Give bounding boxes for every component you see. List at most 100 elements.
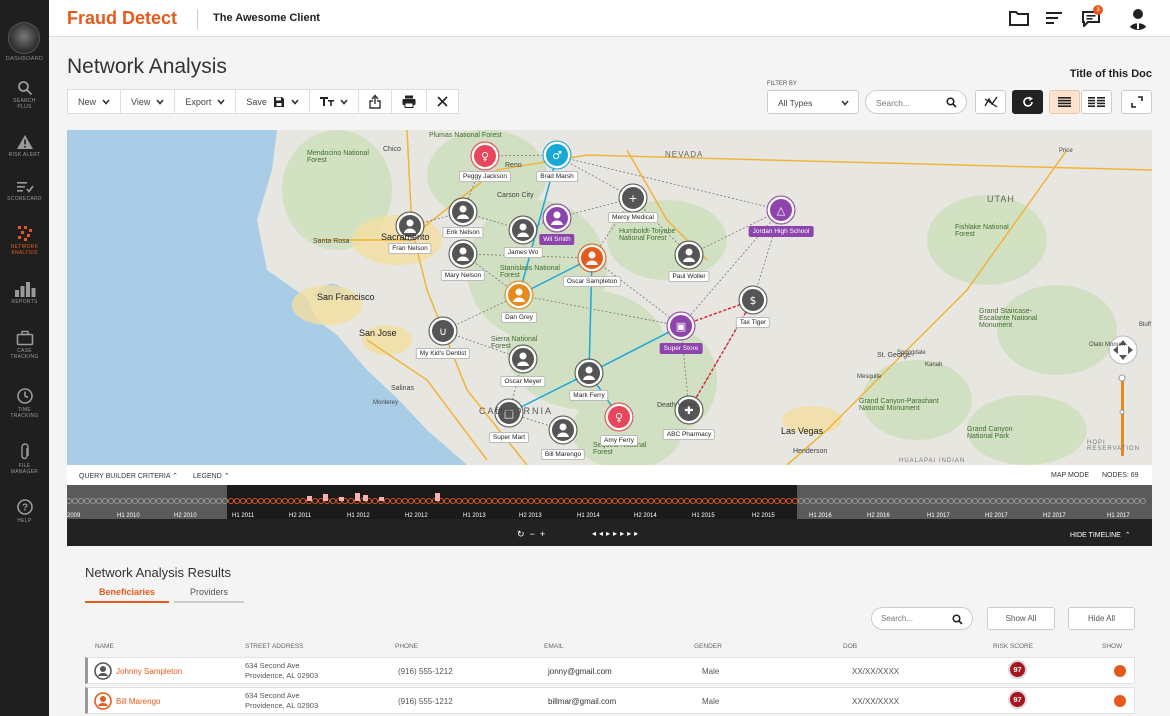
network-node[interactable]: ✚ bbox=[674, 395, 704, 425]
save-dropdown[interactable]: Save bbox=[236, 90, 310, 113]
network-node[interactable] bbox=[548, 415, 578, 445]
network-map[interactable]: ♀ ♂ + △ $ ∪ ▣ □ ♀ ✚ Plumas National Forest Mendoc… bbox=[67, 130, 1152, 465]
column-header[interactable]: RISK SCORE bbox=[993, 643, 1033, 650]
rewind-icon[interactable]: ◂◂ bbox=[592, 529, 606, 538]
fullscreen-button[interactable] bbox=[1121, 90, 1152, 114]
node-label[interactable]: ABC Pharmacy bbox=[662, 429, 716, 440]
node-label[interactable]: Peggy Jackson bbox=[458, 171, 512, 182]
close-button[interactable] bbox=[427, 90, 458, 113]
sidebar-item-help[interactable]: ? HELP bbox=[0, 498, 49, 524]
sidebar-item-time-tracking[interactable]: TIME TRACKING bbox=[0, 387, 49, 419]
map-mode-toggle[interactable]: MAP MODE bbox=[1051, 472, 1089, 479]
step-forward-icon[interactable]: ▸▸ bbox=[613, 529, 627, 538]
new-dropdown[interactable]: New bbox=[68, 90, 122, 113]
row-name[interactable]: Bill Marengo bbox=[116, 697, 160, 706]
hide-timeline-button[interactable]: HIDE TIMELINE ⌃ bbox=[1070, 531, 1131, 539]
sidebar-item-case-tracking[interactable]: CASE TRACKING bbox=[0, 330, 49, 360]
network-node[interactable] bbox=[448, 239, 478, 269]
table-row[interactable]: Johnny Sampleton 634 Second Ave Providen… bbox=[85, 657, 1135, 684]
timeline-zoom-controls[interactable]: ↻ − + bbox=[517, 529, 545, 540]
node-label[interactable]: Bill Marengo bbox=[540, 449, 586, 460]
node-label[interactable]: Jordan High School bbox=[748, 226, 814, 237]
sidebar-item-search-plus[interactable]: SEARCH PLUS bbox=[0, 80, 49, 110]
column-header[interactable]: PHONE bbox=[395, 643, 418, 650]
tab-providers[interactable]: Providers bbox=[174, 586, 244, 603]
node-label[interactable]: Mark Ferry bbox=[569, 390, 609, 401]
show-all-button[interactable]: Show All bbox=[987, 607, 1055, 630]
timeline-playback-controls[interactable]: ◂◂▸▸▸▸▸ bbox=[592, 529, 641, 538]
zoom-out-icon[interactable]: − bbox=[530, 529, 535, 539]
share-button[interactable] bbox=[359, 90, 392, 113]
reset-icon[interactable]: ↻ bbox=[517, 529, 525, 539]
network-node[interactable] bbox=[542, 203, 572, 233]
node-label[interactable]: Oscar Meyer bbox=[500, 376, 546, 387]
row-name[interactable]: Johnny Sampleton bbox=[116, 667, 182, 676]
column-header[interactable]: GENDER bbox=[694, 643, 722, 650]
network-node[interactable]: $ bbox=[738, 285, 768, 315]
timeline[interactable]: 2009 H1 2010 H2 2010 H1 2011 H2 2011 H1 2012 H… bbox=[67, 485, 1152, 546]
messages-button[interactable]: 3 bbox=[1082, 5, 1103, 32]
sidebar-item-reports[interactable]: REPORTS bbox=[0, 281, 49, 305]
network-node[interactable]: + bbox=[618, 183, 648, 213]
network-node[interactable] bbox=[674, 240, 704, 270]
node-label[interactable]: Wil Smith bbox=[539, 234, 575, 245]
network-node[interactable]: ♀ bbox=[470, 141, 500, 171]
tab-beneficiaries[interactable]: Beneficiaries bbox=[85, 586, 169, 603]
node-label[interactable]: My Kid's Dentist bbox=[415, 348, 471, 359]
node-label[interactable]: Fran Nelson bbox=[388, 243, 432, 254]
node-label[interactable]: Mary Nelson bbox=[440, 270, 486, 281]
column-header[interactable]: SHOW bbox=[1102, 643, 1122, 650]
print-button[interactable] bbox=[392, 90, 427, 113]
node-label[interactable]: Dan Grey bbox=[501, 312, 537, 323]
node-label[interactable]: Erik Nelson bbox=[442, 227, 484, 238]
text-size-dropdown[interactable] bbox=[310, 90, 359, 113]
legend-toggle[interactable]: LEGEND ⌃ bbox=[193, 472, 230, 480]
node-label[interactable]: Oscar Sampleton bbox=[562, 276, 622, 287]
sidebar-item-file-manager[interactable]: FILE MANAGER bbox=[0, 443, 49, 475]
view-dropdown[interactable]: View bbox=[121, 90, 176, 113]
zoom-in-icon[interactable]: + bbox=[540, 529, 545, 539]
fast-forward-icon[interactable]: ▸▸ bbox=[627, 529, 641, 538]
sidebar-item-risk-alert[interactable]: RISK ALERT bbox=[0, 134, 49, 158]
network-node[interactable]: ♂ bbox=[542, 140, 572, 170]
node-label[interactable]: Tax Tiger bbox=[735, 317, 771, 328]
network-node[interactable] bbox=[577, 243, 607, 273]
refresh-button[interactable] bbox=[1012, 90, 1043, 114]
avatar[interactable] bbox=[1126, 6, 1150, 30]
network-node[interactable] bbox=[574, 358, 604, 388]
network-node[interactable]: ▣ bbox=[666, 311, 696, 341]
node-label[interactable]: James Wo bbox=[503, 247, 543, 258]
export-dropdown[interactable]: Export bbox=[175, 90, 237, 113]
map-search-input[interactable]: Search... bbox=[865, 90, 967, 114]
node-label[interactable]: Mercy Medical bbox=[608, 212, 658, 223]
node-label[interactable]: Amy Ferry bbox=[600, 435, 638, 446]
network-node[interactable]: ♀ bbox=[604, 402, 634, 432]
network-node[interactable]: ∪ bbox=[428, 316, 458, 346]
column-header[interactable]: EMAIL bbox=[544, 643, 564, 650]
network-node[interactable] bbox=[508, 215, 538, 245]
query-builder-toggle[interactable]: QUERY BUILDER CRITERIA ⌃ bbox=[79, 472, 178, 480]
columns-view-button[interactable] bbox=[1081, 90, 1112, 114]
network-node[interactable] bbox=[504, 280, 534, 310]
network-filter-button[interactable] bbox=[975, 90, 1006, 114]
node-label[interactable]: Paul Woller bbox=[668, 271, 710, 282]
show-toggle[interactable] bbox=[1114, 665, 1126, 677]
column-header[interactable]: DOB bbox=[843, 643, 857, 650]
show-toggle[interactable] bbox=[1114, 695, 1126, 707]
column-header[interactable]: STREET ADDRESS bbox=[245, 643, 303, 650]
sidebar-item-scorecard[interactable]: SCORECARD bbox=[0, 180, 49, 202]
network-node[interactable] bbox=[448, 197, 478, 227]
folder-icon[interactable] bbox=[1009, 9, 1029, 27]
results-search-input[interactable]: Search... bbox=[871, 607, 973, 630]
play-icon[interactable]: ▸ bbox=[606, 529, 613, 538]
list-view-button[interactable] bbox=[1049, 90, 1080, 114]
column-header[interactable]: NAME bbox=[95, 643, 114, 650]
brand-title[interactable]: Fraud Detect bbox=[67, 8, 177, 29]
node-label[interactable]: Brad Marsh bbox=[536, 171, 578, 182]
table-row[interactable]: Bill Marengo 634 Second Ave Providence, … bbox=[85, 687, 1135, 714]
type-filter-select[interactable]: All Types bbox=[767, 90, 859, 114]
node-label[interactable]: Super Mart bbox=[488, 432, 530, 443]
node-label[interactable]: Super Store bbox=[659, 343, 703, 354]
hide-all-button[interactable]: Hide All bbox=[1068, 607, 1135, 630]
menu-icon[interactable] bbox=[1046, 11, 1062, 25]
